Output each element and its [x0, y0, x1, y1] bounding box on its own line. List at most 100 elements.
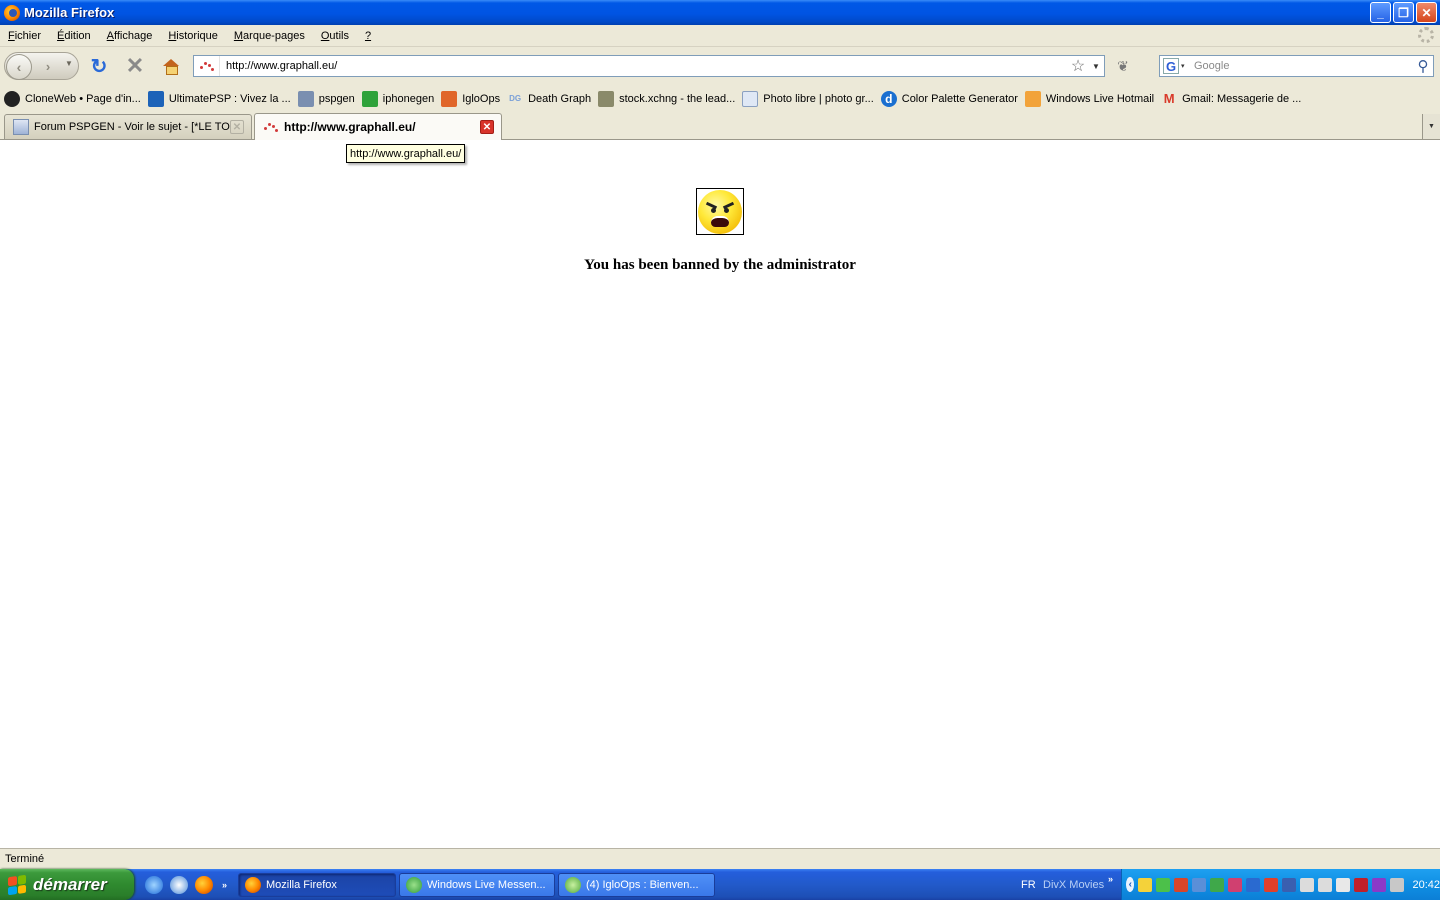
status-text: Terminé	[5, 853, 45, 865]
tray-app-icon[interactable]	[1390, 877, 1405, 892]
bookmark-item[interactable]: iphonegen	[361, 90, 435, 107]
taskbar-button-firefox[interactable]: Mozilla Firefox	[238, 873, 396, 897]
task-label: Mozilla Firefox	[266, 879, 337, 891]
tray-app-icon[interactable]	[1138, 877, 1153, 892]
tab-label: http://www.graphall.eu/	[284, 120, 416, 134]
search-go-icon[interactable]: ⚲	[1413, 57, 1433, 75]
tray-app-icon[interactable]	[1228, 877, 1243, 892]
tab-forum-pspgen[interactable]: Forum PSPGEN - Voir le sujet - [*LE TO..…	[4, 114, 252, 139]
bookmark-item[interactable]: IgloOps	[441, 90, 500, 107]
bookmark-label: Photo libre | photo gr...	[763, 92, 874, 105]
bookmark-label: pspgen	[318, 92, 355, 105]
url-bar[interactable]: http://www.graphall.eu/ ☆ ▼	[193, 55, 1105, 77]
bookmark-item[interactable]: Windows Live Hotmail	[1024, 90, 1154, 107]
tray-app-icon[interactable]	[1174, 877, 1189, 892]
back-button[interactable]: ‹	[6, 54, 32, 80]
restore-button[interactable]: ❐	[1393, 2, 1414, 23]
tab-bar: Forum PSPGEN - Voir le sujet - [*LE TO..…	[0, 111, 1440, 140]
taskbar-button-igloops[interactable]: (4) IgloOps : Bienven...	[558, 873, 715, 897]
engine-dropdown-icon: ▾	[1181, 63, 1185, 70]
page-content: You has been banned by the administrator	[0, 140, 1440, 848]
home-button[interactable]	[161, 56, 181, 76]
firefox-icon	[4, 4, 20, 21]
menu-affichage[interactable]: Affichage	[99, 30, 161, 42]
bookmark-item[interactable]: UltimatePSP : Vivez la ...	[147, 90, 291, 107]
bookmark-item[interactable]: stock.xchng - the lead...	[598, 90, 736, 107]
tab-list-dropdown-icon[interactable]: ▼	[1422, 114, 1440, 139]
graphall-site-icon	[263, 119, 279, 135]
tab-graphall[interactable]: http://www.graphall.eu/ ✕	[254, 113, 502, 140]
bookmark-item[interactable]: Photo libre | photo gr...	[742, 90, 874, 107]
reload-button[interactable]: ↻	[89, 56, 109, 78]
media-player-icon[interactable]	[170, 876, 188, 894]
bookmark-label: iphonegen	[382, 92, 435, 105]
tab-close-icon[interactable]: ✕	[480, 120, 494, 134]
minimize-button[interactable]: _	[1370, 2, 1391, 23]
site-identity-icon[interactable]	[194, 56, 220, 76]
forum-page-icon	[13, 119, 29, 135]
blank-page-icon	[742, 90, 759, 107]
stop-button[interactable]: ✕	[125, 53, 145, 78]
tray-app-icon[interactable]	[1318, 877, 1333, 892]
close-button[interactable]: ✕	[1416, 2, 1437, 23]
bookmark-label: CloneWeb • Page d'in...	[25, 92, 141, 105]
menu-outils[interactable]: Outils	[313, 30, 357, 42]
start-button[interactable]: démarrer	[0, 869, 134, 900]
tray-app-icon[interactable]	[1210, 877, 1225, 892]
bookmark-item[interactable]: pspgen	[297, 90, 355, 107]
page-icon	[297, 90, 314, 107]
window-titlebar[interactable]: Mozilla Firefox _ ❐ ✕	[0, 0, 1440, 25]
phone-icon	[361, 90, 378, 107]
windows-flag-icon	[8, 874, 26, 895]
bookmark-star-icon[interactable]: ☆	[1068, 56, 1088, 76]
deathgraph-icon: DG	[509, 94, 522, 103]
bookmark-item[interactable]: DG Death Graph	[507, 91, 591, 107]
tray-app-icon[interactable]	[1192, 877, 1207, 892]
colorpalette-icon: d	[880, 90, 897, 107]
divx-more-icon[interactable]: »	[1108, 874, 1113, 884]
tab-close-icon[interactable]: ✕	[230, 120, 244, 134]
tray-app-icon[interactable]	[1354, 877, 1369, 892]
url-history-dropdown-icon[interactable]: ▼	[1088, 62, 1104, 71]
search-bar[interactable]: G ▾ Google ⚲	[1159, 55, 1434, 77]
tray-app-icon[interactable]	[1264, 877, 1279, 892]
menu-marque-pages[interactable]: Marque-pages	[226, 30, 313, 42]
taskbar-button-messenger[interactable]: Windows Live Messen...	[399, 873, 555, 897]
internet-explorer-icon[interactable]	[145, 876, 163, 894]
tray-app-icon[interactable]	[1282, 877, 1297, 892]
divx-movies-toolbar[interactable]: DivX Movies	[1043, 879, 1104, 891]
angry-face-icon	[698, 189, 742, 234]
firefox-quicklaunch-icon[interactable]	[195, 876, 213, 894]
bookmark-label: stock.xchng - the lead...	[619, 92, 736, 105]
history-dropdown-icon[interactable]: ▼	[65, 59, 73, 68]
tray-collapse-icon[interactable]: ‹	[1126, 877, 1135, 892]
search-engine-selector[interactable]: G ▾	[1160, 56, 1192, 76]
bookmark-item[interactable]: M Gmail: Messagerie de ...	[1161, 91, 1302, 107]
addon-toolbar-icon[interactable]: ❦	[1114, 58, 1132, 74]
menu-edition[interactable]: Édition	[49, 30, 99, 42]
menu-fichier[interactable]: Fichier	[0, 30, 49, 42]
clock[interactable]: 20:42	[1412, 879, 1440, 891]
tray-app-icon[interactable]	[1246, 877, 1261, 892]
bookmark-item[interactable]: CloneWeb • Page d'in...	[4, 90, 141, 107]
psp-icon	[147, 90, 164, 107]
menu-historique[interactable]: Historique	[160, 30, 226, 42]
tray-app-icon[interactable]	[1156, 877, 1171, 892]
throbber-icon	[1418, 27, 1434, 43]
menu-bar: Fichier Édition Affichage Historique Mar…	[0, 25, 1440, 47]
search-input[interactable]: Google	[1192, 60, 1413, 72]
language-indicator[interactable]: FR	[1021, 879, 1036, 891]
bookmark-label: Death Graph	[528, 92, 592, 105]
bookmarks-toolbar: CloneWeb • Page d'in... UltimatePSP : Viv…	[0, 86, 1440, 111]
tray-app-icon[interactable]	[1372, 877, 1387, 892]
home-icon	[163, 59, 179, 75]
menu-help[interactable]: ?	[357, 30, 379, 42]
tray-app-icon[interactable]	[1336, 877, 1351, 892]
forward-button[interactable]: ›	[38, 56, 58, 76]
bookmark-item[interactable]: d Color Palette Generator	[880, 90, 1018, 107]
tray-app-icon[interactable]	[1300, 877, 1315, 892]
firefox-icon	[245, 877, 261, 893]
url-input[interactable]: http://www.graphall.eu/	[220, 60, 1068, 72]
quicklaunch-more-icon[interactable]: »	[222, 880, 227, 890]
back-forward-group: ‹ › ▼	[4, 52, 79, 80]
